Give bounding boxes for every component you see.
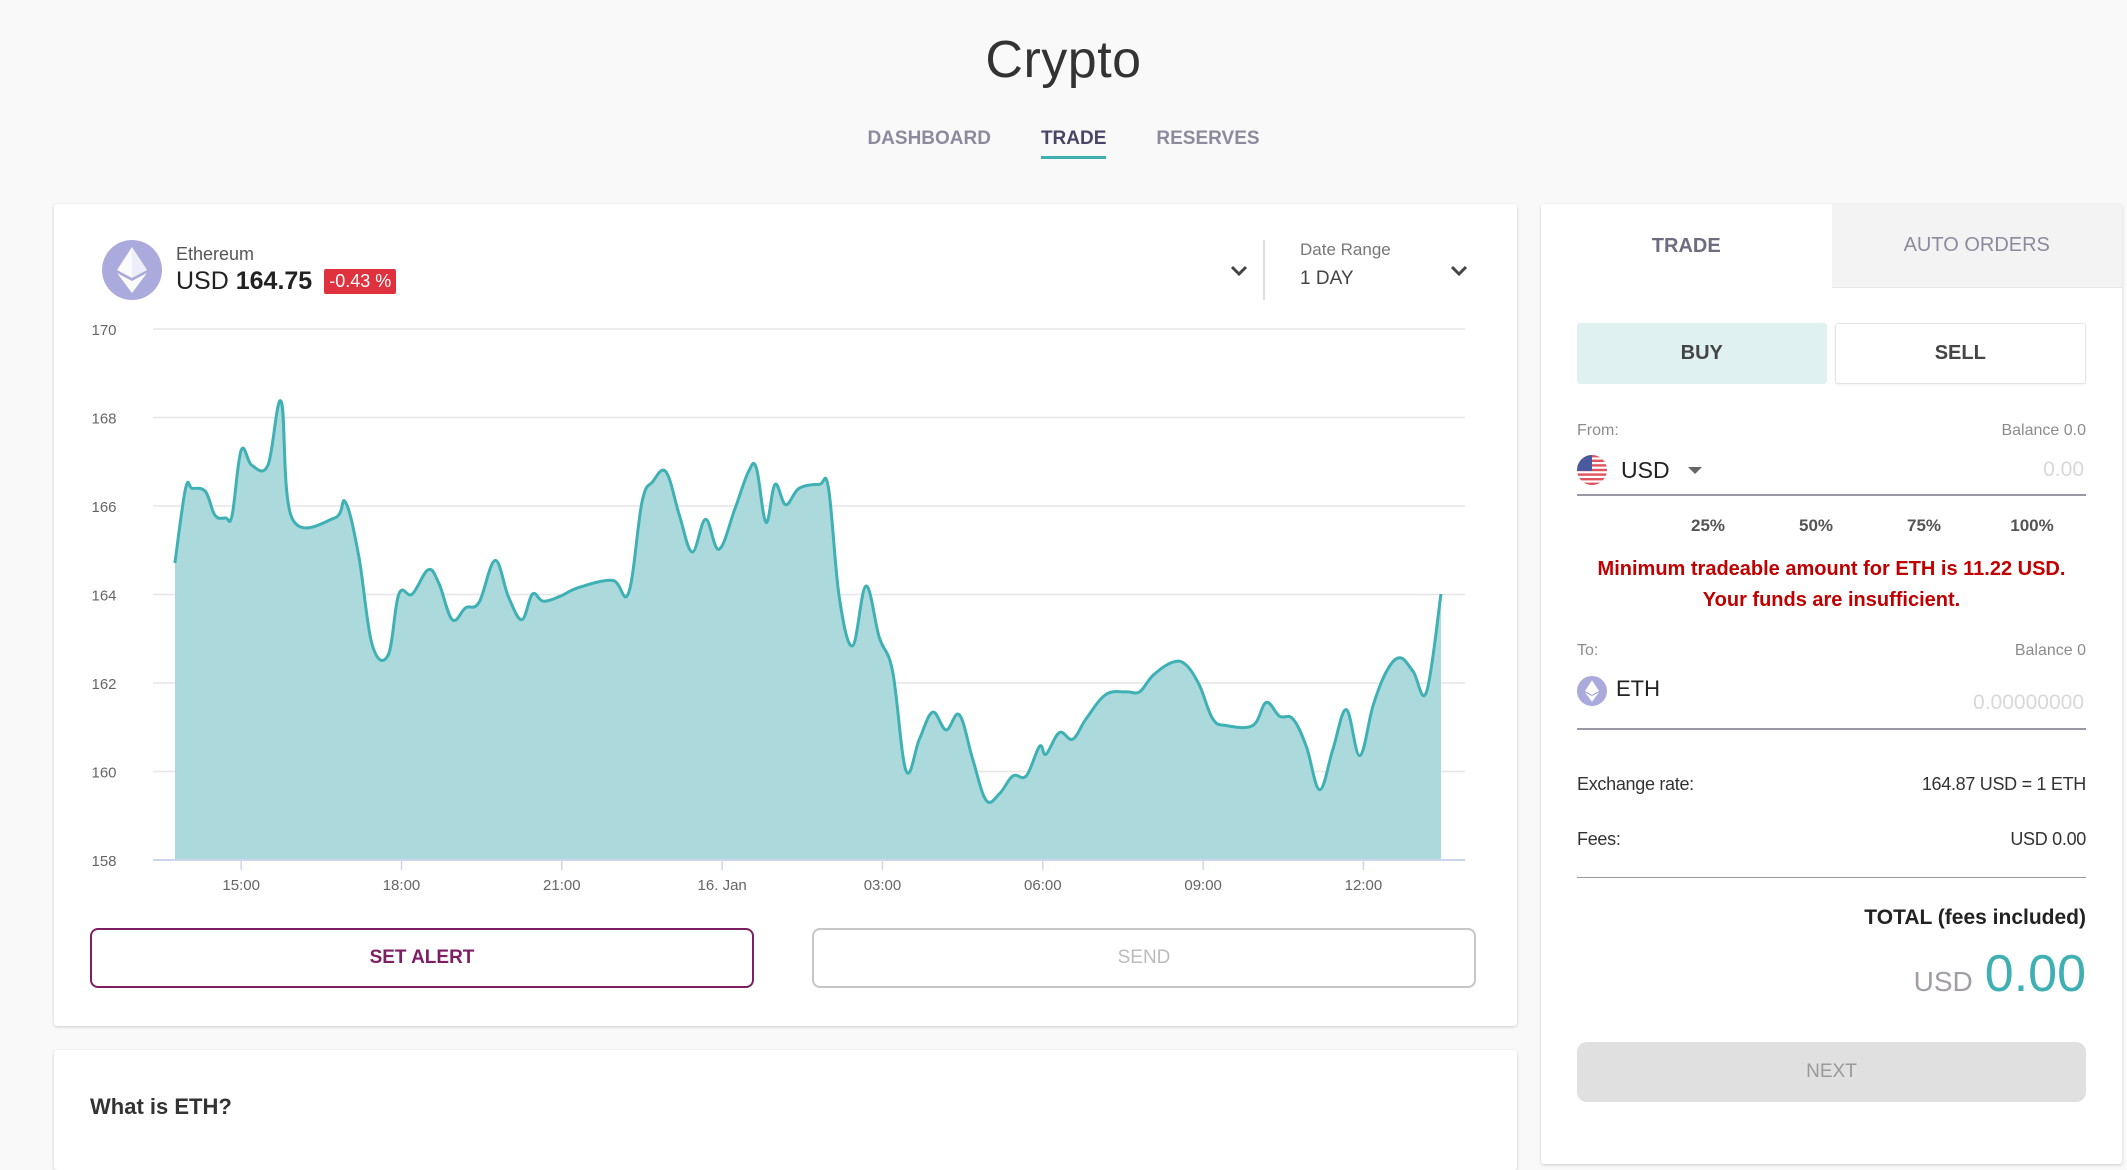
nav-reserves[interactable]: RESERVES <box>1156 128 1259 159</box>
to-label: To: <box>1577 642 1599 659</box>
x-tick-label: 09:00 <box>1184 877 1222 894</box>
fees-value: USD 0.00 <box>2010 829 2086 849</box>
fees-row: Fees: USD 0.00 <box>1577 829 2086 850</box>
pct-50-button[interactable]: 50% <box>1762 516 1870 536</box>
x-tick-label: 12:00 <box>1345 877 1383 894</box>
to-balance: Balance 0 <box>2014 642 2086 659</box>
trade-panel: TRADE AUTO ORDERS BUY SELL From: Balance… <box>1541 204 2122 1164</box>
error-message: Minimum tradeable amount for ETH is 11.2… <box>1597 558 2066 611</box>
buy-button[interactable]: BUY <box>1577 323 1827 384</box>
percentage-buttons: 25% 50% 75% 100% <box>1577 516 2086 536</box>
from-row: From: Balance 0.0 <box>1577 422 2086 440</box>
chart-card: Ethereum USD 164.75 -0.43 % Date Range 1… <box>54 204 1517 1026</box>
exchange-rate-label: Exchange rate: <box>1577 774 1694 794</box>
total-currency: USD <box>1913 966 1973 997</box>
tab-auto-orders[interactable]: AUTO ORDERS <box>1831 204 2122 288</box>
sell-button[interactable]: SELL <box>1834 323 2086 384</box>
x-tick-label: 16. Jan <box>698 877 747 894</box>
x-tick-label: 06:00 <box>1024 877 1062 894</box>
from-balance: Balance 0.0 <box>2001 422 2086 439</box>
from-currency-caret-down-icon[interactable] <box>1687 466 1702 474</box>
nav-dashboard[interactable]: DASHBOARD <box>867 128 991 159</box>
price-chart[interactable]: 158 160 162 164 166 168 170 15:00 18:00 21:00 16. … <box>54 204 1517 904</box>
x-tick-label: 15:00 <box>222 877 260 894</box>
info-card: What is ETH? <box>54 1050 1517 1170</box>
nav-trade[interactable]: TRADE <box>1040 128 1107 159</box>
from-currency[interactable]: USD <box>1621 457 1670 484</box>
total-value: 0.00 <box>1984 945 2086 1003</box>
pct-100-button[interactable]: 100% <box>1978 516 2086 536</box>
send-button[interactable]: SEND <box>812 928 1476 988</box>
to-field: ETH <box>1577 670 2086 730</box>
to-row: To: Balance 0 <box>1577 642 2086 660</box>
exchange-rate-row: Exchange rate: 164.87 USD = 1 ETH <box>1577 774 2086 795</box>
pct-75-button[interactable]: 75% <box>1870 516 1978 536</box>
main-nav: DASHBOARD TRADE RESERVES <box>0 128 2127 159</box>
page-title: Crypto <box>985 31 1142 89</box>
tab-trade[interactable]: TRADE <box>1541 204 1832 288</box>
x-tick-label: 03:00 <box>864 877 902 894</box>
x-tick-label: 18:00 <box>383 877 421 894</box>
y-tick-label: 164 <box>91 588 116 605</box>
fees-label: Fees: <box>1577 829 1621 849</box>
y-tick-label: 168 <box>91 411 116 428</box>
info-title: What is ETH? <box>90 1094 232 1119</box>
y-tick-label: 162 <box>91 676 116 693</box>
exchange-rate-value: 164.87 USD = 1 ETH <box>1921 774 2086 794</box>
x-tick-label: 21:00 <box>543 877 581 894</box>
from-label: From: <box>1577 422 1619 439</box>
next-button[interactable]: NEXT <box>1577 1042 2086 1102</box>
from-field: USD <box>1577 446 2086 496</box>
us-flag-icon <box>1577 455 1607 485</box>
to-currency: ETH <box>1616 676 1660 701</box>
y-tick-label: 160 <box>91 765 116 782</box>
y-tick-label: 170 <box>91 322 116 339</box>
y-tick-label: 158 <box>91 853 116 870</box>
ethereum-icon <box>1577 676 1607 706</box>
divider <box>1577 877 2086 878</box>
buy-sell-toggle: BUY SELL <box>1577 323 2086 384</box>
trade-tabs: TRADE AUTO ORDERS <box>1541 204 2122 288</box>
set-alert-button[interactable]: SET ALERT <box>90 928 754 988</box>
total-amount: USD 0.00 <box>1914 944 2086 1004</box>
to-amount-input[interactable] <box>1660 690 2086 716</box>
from-amount-input[interactable] <box>1701 457 2086 483</box>
y-tick-label: 166 <box>91 499 116 516</box>
total-label: TOTAL (fees included) <box>1864 906 2086 929</box>
price-area-fill <box>174 400 1441 860</box>
pct-25-button[interactable]: 25% <box>1654 516 1762 536</box>
